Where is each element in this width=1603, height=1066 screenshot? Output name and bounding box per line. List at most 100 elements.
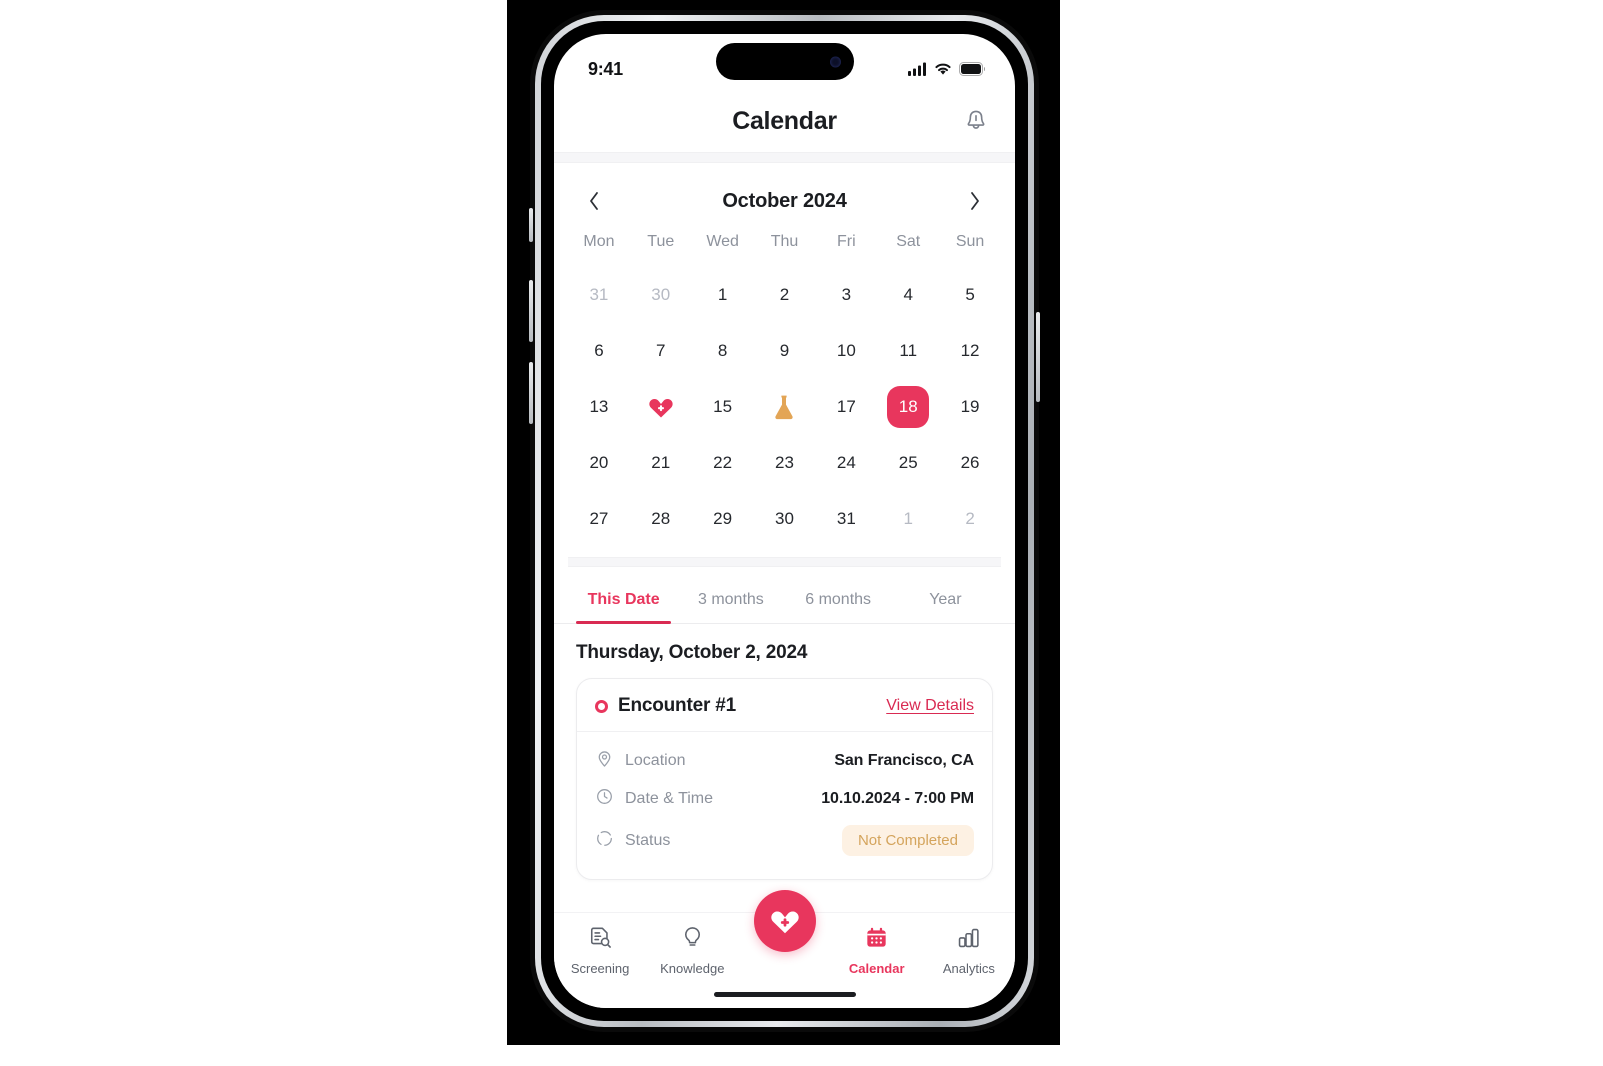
nav-item-calendar[interactable]: Calendar: [831, 925, 923, 976]
app-header: Calendar: [554, 90, 1015, 152]
encounter-card-header: Encounter #1 View Details: [577, 679, 992, 732]
day-cell[interactable]: 7: [640, 330, 682, 372]
header-separator: [554, 152, 1015, 163]
day-cell[interactable]: 8: [702, 330, 744, 372]
day-cell[interactable]: 26: [949, 442, 991, 484]
day-cell[interactable]: 29: [702, 498, 744, 540]
detail-label-group: Location: [595, 749, 686, 773]
day-cell[interactable]: 2: [763, 274, 805, 316]
detail-row: Location San Francisco, CA: [595, 742, 974, 780]
day-cell[interactable]: 22: [702, 442, 744, 484]
day-cell[interactable]: 17: [825, 386, 867, 428]
battery-icon: [959, 62, 985, 76]
nav-item-analytics[interactable]: Analytics: [923, 925, 1015, 976]
day-cell[interactable]: 12: [949, 330, 991, 372]
volume-up-button[interactable]: [529, 280, 533, 342]
status-badge: Not Completed: [841, 825, 974, 856]
location-pin-icon: [595, 749, 614, 773]
detail-label: Date & Time: [625, 790, 714, 807]
day-cell[interactable]: 20: [578, 442, 620, 484]
day-cell[interactable]: 3: [825, 274, 867, 316]
encounter-title-group: Encounter #1: [595, 695, 736, 717]
status-circle-icon: [597, 830, 612, 846]
month-label: October 2024: [722, 189, 847, 212]
day-cell[interactable]: 31: [825, 498, 867, 540]
mute-switch-button[interactable]: [529, 208, 533, 242]
tab-6-months[interactable]: 6 months: [785, 573, 892, 623]
nav-item-screening[interactable]: Screening: [554, 925, 646, 976]
detail-label: Status: [625, 831, 671, 849]
day-cell[interactable]: 15: [702, 386, 744, 428]
detail-label-group: Date & Time: [595, 787, 713, 811]
day-cell[interactable]: 19: [949, 386, 991, 428]
weekday-label: Sat: [896, 233, 921, 250]
day-cell[interactable]: 1: [702, 274, 744, 316]
encounter-card: Encounter #1 View Details Location San Fr…: [576, 678, 993, 880]
cellular-signal-icon: [908, 62, 926, 76]
calendar-icon: [867, 927, 886, 947]
next-month-button[interactable]: [961, 187, 989, 215]
day-cell[interactable]: 21: [640, 442, 682, 484]
calendar-day-grid: 31 30 1 2 3 4 5 6 7 8 9 10 11 12 13 15 17 18 19 20 21 22 23 24 2…: [568, 267, 1001, 547]
day-cell[interactable]: 10: [825, 330, 867, 372]
day-cell-event-heart-event-icon[interactable]: [640, 386, 682, 428]
day-cell[interactable]: 24: [825, 442, 867, 484]
status-bar: 9:41: [554, 34, 1015, 90]
day-cell[interactable]: 5: [949, 274, 991, 316]
tab-3-months[interactable]: 3 months: [677, 573, 784, 623]
wifi-icon: [935, 63, 951, 75]
encounter-status-ring-icon: [595, 699, 608, 713]
encounter-detail-rows: Location San Francisco, CA Date & Time 10.1…: [577, 732, 992, 879]
day-cell-selected[interactable]: 18: [887, 386, 930, 428]
day-cell[interactable]: 6: [578, 330, 620, 372]
front-camera-icon: [829, 56, 841, 67]
day-cell-adjacent-month[interactable]: 2: [949, 498, 991, 540]
notification-bell-icon: [967, 110, 985, 129]
home-indicator: [713, 992, 856, 997]
weekday-header-row: Mon Tue Wed Thu Fri Sat Sun: [568, 229, 1001, 261]
document-search-icon: [588, 925, 613, 955]
day-cell-adjacent-month[interactable]: 31: [578, 274, 620, 316]
detail-label: Location: [625, 752, 686, 769]
notification-bell-button[interactable]: [961, 106, 991, 136]
tab-year[interactable]: Year: [892, 573, 999, 623]
nav-item-label: Screening: [570, 961, 630, 976]
view-details-link[interactable]: View Details: [886, 697, 974, 715]
weekday-label: Mon: [583, 233, 615, 250]
phone-device-frame: 9:41 Calendar October 2024 Mon Tue Wed T…: [529, 12, 1040, 1030]
month-navigation-row: October 2024: [568, 179, 1001, 229]
nav-item-label: Analytics: [942, 961, 995, 976]
day-cell[interactable]: 23: [763, 442, 805, 484]
clock-icon: [597, 789, 612, 804]
calendar-separator: [568, 557, 1001, 567]
page-title: Calendar: [732, 106, 837, 135]
day-cell[interactable]: 27: [578, 498, 620, 540]
heart-event-icon: [649, 398, 673, 417]
power-button[interactable]: [1036, 312, 1040, 402]
day-cell[interactable]: 25: [887, 442, 929, 484]
day-cell[interactable]: 11: [887, 330, 929, 372]
prev-month-button[interactable]: [580, 187, 608, 215]
weekday-label: Sun: [955, 233, 985, 250]
day-cell[interactable]: 28: [640, 498, 682, 540]
chevron-right-icon: [971, 192, 979, 210]
day-cell[interactable]: 9: [763, 330, 805, 372]
day-cell[interactable]: 4: [887, 274, 929, 316]
document-search-icon: [590, 927, 611, 948]
nav-item-knowledge[interactable]: Knowledge: [646, 925, 738, 976]
selected-date-heading: Thursday, October 2, 2024: [576, 642, 808, 663]
tab-this-date[interactable]: This Date: [570, 573, 677, 624]
add-encounter-fab-button[interactable]: [753, 890, 816, 952]
volume-down-button[interactable]: [529, 362, 533, 424]
nav-item-label: Calendar: [848, 961, 905, 976]
day-cell-adjacent-month[interactable]: 1: [887, 498, 929, 540]
dynamic-island: [715, 43, 854, 80]
lightbulb-icon: [680, 925, 705, 955]
day-cell-event-lab-flask-icon[interactable]: [763, 386, 805, 428]
status-bar-time: 9:41: [588, 58, 623, 79]
day-cell[interactable]: 13: [578, 386, 620, 428]
day-cell-adjacent-month[interactable]: 30: [640, 274, 682, 316]
bar-chart-icon: [959, 928, 980, 948]
day-cell[interactable]: 30: [763, 498, 805, 540]
lightbulb-icon: [684, 927, 700, 946]
